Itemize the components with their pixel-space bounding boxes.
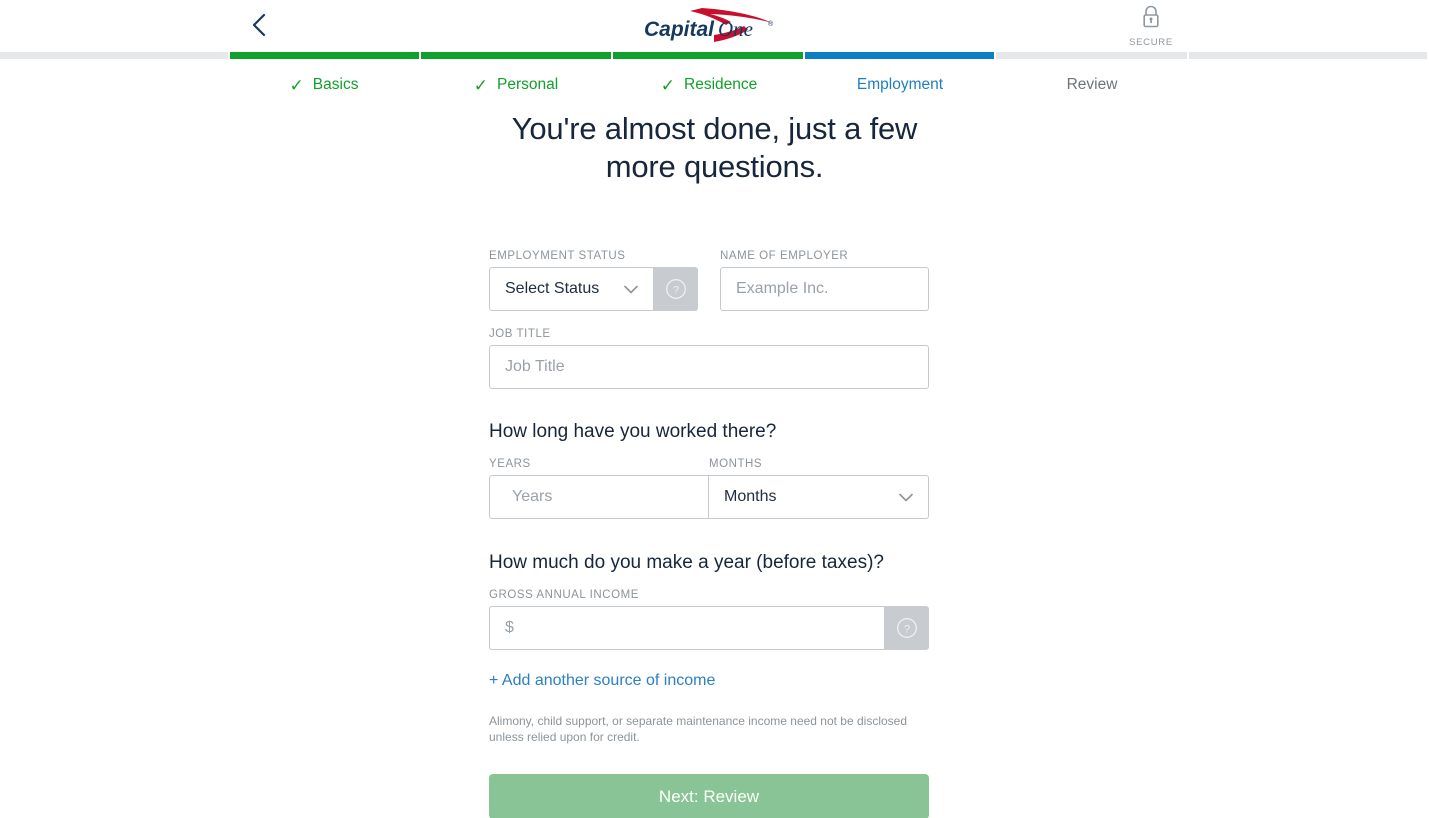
progress-segment-1 bbox=[421, 52, 611, 59]
duration-section: How long have you worked there? YEARS Ye… bbox=[489, 421, 929, 519]
employer-label: NAME OF EMPLOYER bbox=[720, 250, 849, 262]
step-label: Employment bbox=[856, 76, 944, 93]
step-employment[interactable]: Employment bbox=[810, 76, 990, 94]
months-select[interactable]: Months bbox=[709, 475, 929, 519]
progress-segment-3 bbox=[805, 52, 994, 59]
step-basics[interactable]: ✓ Basics bbox=[234, 76, 414, 94]
duration-row: YEARS Years MONTHS Months bbox=[489, 458, 929, 519]
employer-input[interactable]: Example Inc. bbox=[720, 267, 929, 311]
progress-segment-2 bbox=[613, 52, 803, 59]
job-title-placeholder: Job Title bbox=[505, 358, 565, 375]
income-question: How much do you make a year (before taxe… bbox=[489, 552, 884, 573]
years-label: YEARS bbox=[489, 458, 531, 470]
check-icon: ✓ bbox=[473, 75, 489, 95]
years-placeholder: Years bbox=[512, 488, 553, 505]
add-income-link[interactable]: + Add another source of income bbox=[489, 672, 715, 690]
months-value: Months bbox=[724, 488, 777, 505]
app-header: Capital One ® SECURE bbox=[0, 0, 1429, 52]
step-label: Basics bbox=[312, 76, 359, 93]
step-label: Review bbox=[1066, 76, 1118, 93]
income-label: GROSS ANNUAL INCOME bbox=[489, 589, 639, 601]
income-placeholder: $ bbox=[505, 619, 514, 636]
step-review[interactable]: Review bbox=[1002, 76, 1182, 94]
secure-indicator: SECURE bbox=[1129, 4, 1173, 50]
step-personal[interactable]: ✓ Personal bbox=[426, 76, 606, 94]
application-page: Capital One ® SECURE ✓ Basics ✓ Personal ✓ Re… bbox=[0, 0, 1429, 818]
svg-text:®: ® bbox=[768, 20, 774, 28]
employer-group: NAME OF EMPLOYER Example Inc. bbox=[720, 250, 929, 311]
status-employer-row: EMPLOYMENT STATUS Select Status ? NAME O… bbox=[489, 250, 929, 311]
chevron-down-icon bbox=[624, 285, 638, 293]
step-label: Residence bbox=[684, 76, 758, 93]
progress-bar bbox=[0, 52, 1429, 59]
duration-question: How long have you worked there? bbox=[489, 421, 777, 442]
income-input[interactable]: $ bbox=[489, 606, 885, 650]
progress-segment-0 bbox=[230, 52, 419, 59]
secure-label: SECURE bbox=[1129, 37, 1173, 48]
employment-status-value: Select Status bbox=[505, 280, 600, 297]
chevron-down-icon bbox=[899, 493, 913, 501]
employment-status-select[interactable]: Select Status bbox=[489, 267, 654, 311]
employment-status-group: EMPLOYMENT STATUS Select Status ? bbox=[489, 250, 698, 311]
employment-form: EMPLOYMENT STATUS Select Status ? NAME O… bbox=[489, 250, 929, 818]
capital-one-logo[interactable]: Capital One ® bbox=[640, 6, 790, 48]
income-group: GROSS ANNUAL INCOME $ ? bbox=[489, 589, 929, 650]
question-mark-icon: ? bbox=[666, 279, 686, 299]
step-residence[interactable]: ✓ Residence bbox=[619, 76, 799, 94]
page-title-line-1: You're almost done, just a few bbox=[511, 111, 918, 146]
page-title-line-2: more questions. bbox=[605, 149, 824, 184]
svg-text:?: ? bbox=[904, 624, 910, 636]
check-icon: ✓ bbox=[289, 75, 304, 95]
months-label: MONTHS bbox=[709, 458, 763, 470]
svg-text:One: One bbox=[718, 17, 753, 41]
income-help-button[interactable]: ? bbox=[885, 606, 929, 650]
disclaimer-text: Alimony, child support, or separate main… bbox=[489, 714, 908, 744]
svg-text:?: ? bbox=[673, 285, 679, 297]
chevron-left-icon bbox=[252, 13, 266, 37]
income-section: How much do you make a year (before taxe… bbox=[489, 552, 929, 650]
years-input[interactable]: Years bbox=[489, 475, 709, 519]
months-group: MONTHS Months bbox=[709, 458, 929, 519]
job-title-group: JOB TITLE Job Title bbox=[489, 328, 929, 389]
back-button[interactable] bbox=[244, 10, 274, 40]
job-title-input[interactable]: Job Title bbox=[489, 345, 929, 389]
employer-placeholder: Example Inc. bbox=[736, 280, 829, 297]
question-mark-icon: ? bbox=[897, 618, 917, 638]
years-group: YEARS Years bbox=[489, 458, 709, 519]
progress-segment-4 bbox=[996, 52, 1187, 59]
employment-status-label: EMPLOYMENT STATUS bbox=[489, 250, 626, 262]
next-review-button[interactable]: Next: Review bbox=[489, 774, 929, 818]
progress-segment-lead bbox=[0, 52, 228, 59]
lock-icon bbox=[1143, 5, 1159, 28]
check-icon: ✓ bbox=[660, 75, 675, 95]
progress-segment-tail bbox=[1189, 52, 1427, 59]
employment-status-help-button[interactable]: ? bbox=[654, 267, 698, 311]
job-title-label: JOB TITLE bbox=[489, 328, 551, 340]
progress-steps: ✓ Basics ✓ Personal ✓ Residence Employment Revi… bbox=[0, 59, 1429, 103]
capital-one-swoosh-logo: Capital One ® bbox=[644, 8, 774, 42]
page-title: You're almost done, just a few more ques… bbox=[0, 110, 1429, 186]
step-label: Personal bbox=[497, 76, 559, 93]
svg-text:Capital: Capital bbox=[644, 18, 715, 41]
